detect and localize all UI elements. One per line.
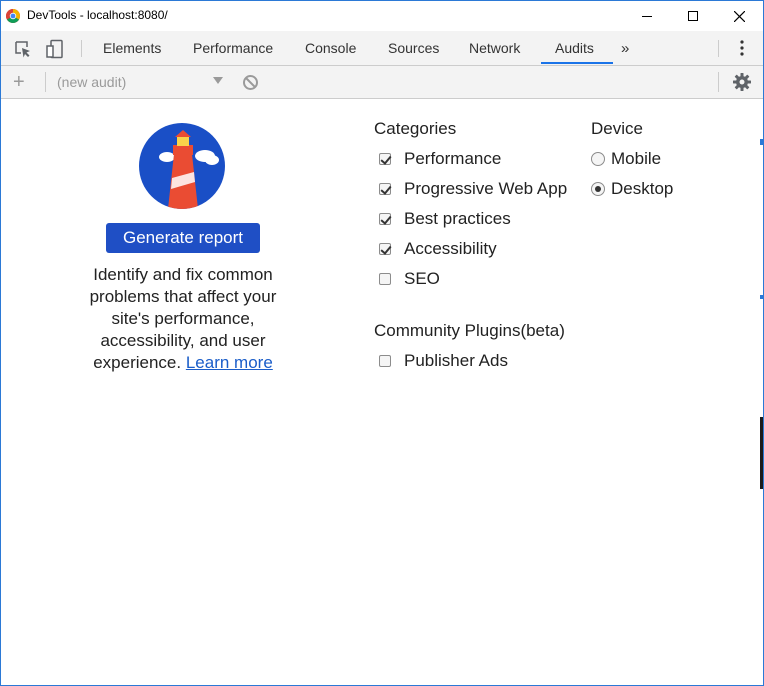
generate-report-button[interactable]: Generate report [106, 223, 260, 253]
toolbar-separator [45, 72, 46, 92]
category-best-practices[interactable]: Best practices [379, 208, 511, 230]
close-button[interactable] [716, 1, 762, 31]
category-label: SEO [404, 269, 440, 288]
clear-icon[interactable] [242, 74, 259, 91]
maximize-button[interactable] [670, 1, 716, 31]
plugin-label: Publisher Ads [404, 351, 508, 370]
performance-checkbox[interactable] [379, 153, 391, 165]
tab-separator [718, 40, 719, 57]
best-practices-checkbox[interactable] [379, 213, 391, 225]
category-accessibility[interactable]: Accessibility [379, 238, 497, 260]
add-audit-button[interactable]: + [13, 72, 25, 92]
pwa-checkbox[interactable] [379, 183, 391, 195]
device-heading: Device [591, 119, 643, 138]
audits-toolbar: + (new audit) [1, 66, 763, 99]
category-label: Best practices [404, 209, 511, 228]
description-text: Identify and fix common problems that af… [73, 264, 293, 374]
plugin-publisher-ads[interactable]: Publisher Ads [379, 350, 508, 372]
category-pwa[interactable]: Progressive Web App [379, 178, 567, 200]
publisher-ads-checkbox[interactable] [379, 355, 391, 367]
dropdown-arrow-icon[interactable] [213, 77, 223, 85]
tab-network[interactable]: Network [455, 31, 534, 64]
accessibility-checkbox[interactable] [379, 243, 391, 255]
maximize-icon [688, 11, 698, 21]
category-performance[interactable]: Performance [379, 148, 501, 170]
desktop-radio[interactable] [591, 182, 605, 196]
minimize-button[interactable] [624, 1, 670, 31]
device-label: Desktop [611, 179, 674, 198]
title-bar: DevTools - localhost:8080/ [1, 1, 763, 31]
device-mobile[interactable]: Mobile [591, 148, 661, 170]
kebab-menu-icon[interactable] [734, 39, 750, 57]
audits-start-view: Generate report Identify and fix common … [1, 99, 763, 685]
tab-sources[interactable]: Sources [374, 31, 453, 64]
tab-performance[interactable]: Performance [179, 31, 287, 64]
chrome-icon [6, 9, 20, 23]
category-label: Accessibility [404, 239, 497, 258]
close-icon [733, 10, 745, 22]
background-window-edge [760, 417, 763, 489]
minimize-icon [642, 16, 652, 17]
window-title: DevTools - localhost:8080/ [27, 8, 168, 22]
learn-more-link[interactable]: Learn more [186, 353, 273, 372]
devtools-tab-bar: Elements Performance Console Sources Net… [1, 31, 763, 66]
audit-select[interactable]: (new audit) [57, 74, 126, 90]
devtools-window: DevTools - localhost:8080/ Elements Perf… [0, 0, 764, 686]
community-plugins-heading: Community Plugins(beta) [374, 321, 565, 340]
gear-icon[interactable] [732, 72, 752, 92]
background-window-edge [760, 295, 763, 299]
device-desktop[interactable]: Desktop [591, 178, 673, 200]
category-label: Performance [404, 149, 502, 168]
category-seo[interactable]: SEO [379, 268, 440, 290]
background-window-edge [760, 139, 763, 145]
categories-heading: Categories [374, 119, 457, 138]
device-label: Mobile [611, 149, 662, 168]
more-tabs-chevron-icon[interactable]: » [621, 40, 629, 57]
inspect-element-icon[interactable] [13, 39, 33, 59]
device-toolbar-icon[interactable] [45, 39, 65, 59]
toolbar-separator [718, 72, 719, 92]
tab-audits[interactable]: Audits [541, 31, 613, 64]
tab-separator [81, 40, 82, 57]
tab-elements[interactable]: Elements [89, 31, 175, 64]
tab-console[interactable]: Console [291, 31, 370, 64]
lighthouse-logo-icon [139, 123, 225, 209]
seo-checkbox[interactable] [379, 273, 391, 285]
mobile-radio[interactable] [591, 152, 605, 166]
category-label: Progressive Web App [404, 179, 568, 198]
